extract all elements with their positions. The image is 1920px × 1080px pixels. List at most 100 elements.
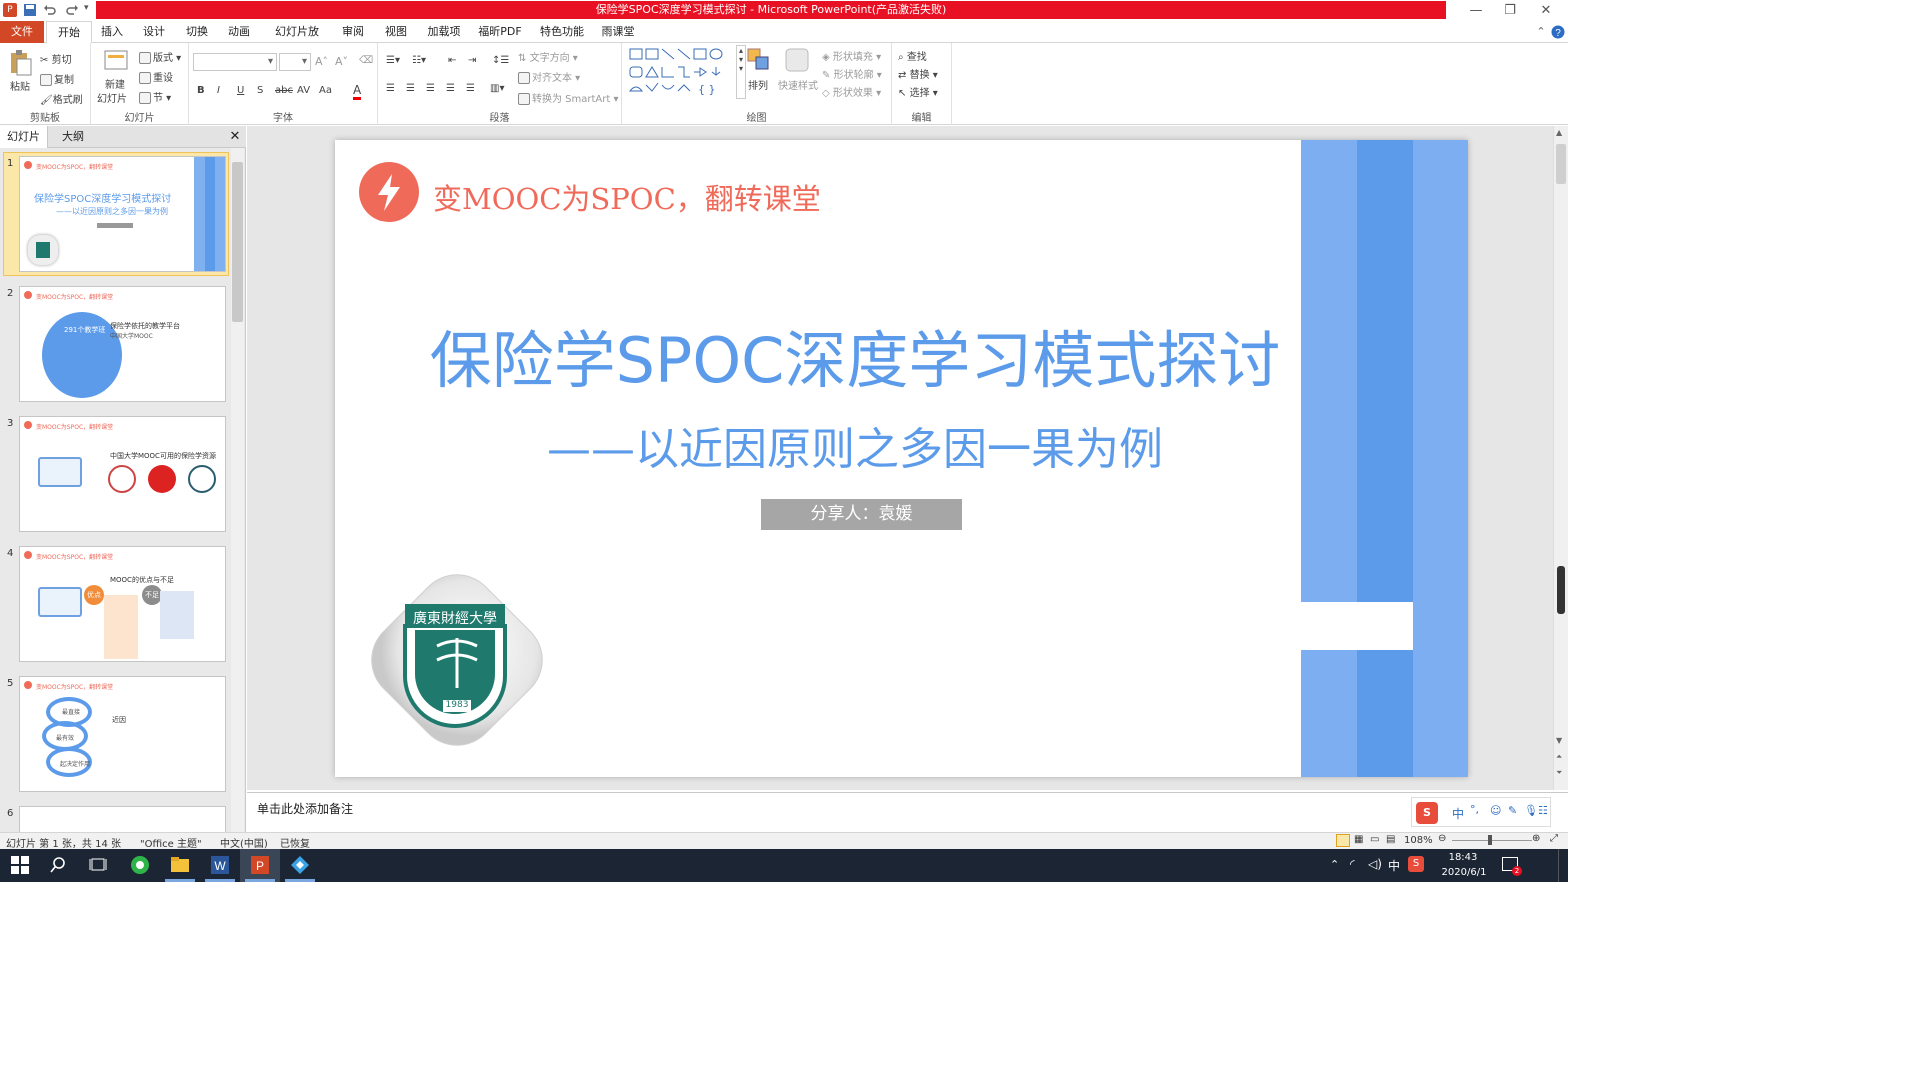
previous-slide-icon[interactable]: ⏶ (1556, 752, 1562, 762)
normal-view-icon[interactable] (1336, 834, 1350, 847)
reset-button[interactable]: 重设 (139, 69, 173, 84)
replace-button[interactable]: ⇄ 替换 ▾ (898, 66, 938, 81)
underline-icon[interactable]: U (237, 85, 244, 96)
windows-start-icon[interactable] (10, 855, 30, 875)
align-right-icon[interactable]: ☰ (426, 83, 435, 94)
input-method-indicator[interactable]: 中 (1388, 857, 1400, 874)
slide-subtitle[interactable]: ——以近因原则之多因一果为例 (515, 413, 1195, 477)
tab-transitions[interactable]: 切换 (185, 21, 209, 43)
file-explorer-icon[interactable] (170, 855, 190, 875)
strikethrough-icon[interactable]: abc (275, 85, 293, 96)
copy-button[interactable]: 复制 (40, 71, 74, 86)
quick-styles-button[interactable]: 快速样式 (778, 77, 818, 92)
mic-icon[interactable]: 🎙 (1524, 804, 1538, 817)
shape-fill-button[interactable]: ◈ 形状填充 ▾ (822, 48, 881, 63)
clear-format-icon[interactable]: ⌫ (359, 55, 373, 66)
bullets-icon[interactable]: ☰▾ (386, 55, 400, 66)
pen-icon[interactable]: ✎ (1508, 804, 1517, 817)
shape-outline-button[interactable]: ✎ 形状轮廓 ▾ (822, 66, 882, 81)
italic-icon[interactable]: I (217, 85, 220, 96)
network-icon[interactable]: ◜ (1350, 857, 1355, 871)
shapes-gallery[interactable]: { } (628, 47, 734, 99)
help-icon[interactable]: ? (1550, 21, 1566, 43)
line-spacing-icon[interactable]: ↕☰ (492, 55, 509, 66)
position-indicator[interactable] (1557, 566, 1565, 614)
tab-review[interactable]: 审阅 (340, 21, 366, 43)
menu-icon[interactable]: ☷ (1538, 804, 1548, 817)
sogou-icon[interactable]: S (1416, 802, 1438, 824)
layout-button[interactable]: 版式 ▾ (139, 49, 181, 64)
theme-name[interactable]: "Office 主题" (140, 835, 202, 850)
language[interactable]: 中文(中国) (220, 835, 268, 850)
emoji-icon[interactable]: ☺ (1490, 804, 1501, 817)
font-size-select[interactable]: ▾ (279, 53, 311, 71)
slide-title[interactable]: 保险学SPOC深度学习模式探讨 (415, 310, 1295, 400)
tab-animations[interactable]: 动画 (227, 21, 251, 43)
search-icon[interactable] (50, 855, 70, 875)
reading-view-icon[interactable]: ▭ (1370, 834, 1379, 845)
justify-icon[interactable]: ☰ (446, 83, 455, 94)
presenter-label[interactable]: 分享人：袁媛 (761, 499, 962, 530)
zoom-out-icon[interactable]: ⊖ (1438, 833, 1446, 844)
app-icon[interactable] (290, 855, 310, 875)
slideshow-icon[interactable]: ▤ (1386, 834, 1395, 845)
restore-button[interactable]: ❐ (1492, 0, 1528, 21)
align-text-button[interactable]: 对齐文本 ▾ (518, 69, 580, 84)
slide-scrollbar[interactable]: ▲ ▼ ⏶ ⏷ (1553, 126, 1568, 790)
numbering-icon[interactable]: ☷▾ (412, 55, 426, 66)
format-painter-button[interactable]: 🖌格式刷 (40, 91, 83, 106)
columns-icon[interactable]: ▥▾ (490, 83, 504, 94)
distributed-icon[interactable]: ☰ (466, 83, 475, 94)
notes-pane[interactable]: 单击此处添加备注 S 中 °, ☺ ✎ 🎙 ☷ (247, 792, 1568, 832)
minimize-button[interactable]: — (1458, 0, 1494, 21)
powerpoint-icon[interactable]: P (250, 855, 270, 875)
scroll-thumb[interactable] (1556, 144, 1566, 184)
tab-addins[interactable]: 加载项 (426, 21, 462, 43)
zoom-slider[interactable] (1452, 840, 1532, 841)
powerpoint-app-icon[interactable]: P (3, 3, 17, 17)
tab-foxit-pdf[interactable]: 福昕PDF (478, 21, 522, 43)
align-left-icon[interactable]: ☰ (386, 83, 395, 94)
360-browser-icon[interactable] (130, 855, 150, 875)
change-case-icon[interactable]: Aa (319, 85, 332, 96)
select-button[interactable]: ↖ 选择 ▾ (898, 84, 938, 99)
collapse-ribbon-icon[interactable]: ⌃ (1534, 21, 1548, 43)
paste-button[interactable]: 粘贴 (10, 78, 30, 93)
tab-rain-classroom[interactable]: 雨课堂 (601, 21, 635, 43)
arrange-button[interactable]: 排列 (748, 77, 768, 92)
tab-special[interactable]: 特色功能 (539, 21, 585, 43)
new-slide-label-2[interactable]: 幻灯片 (97, 90, 127, 105)
notes-placeholder[interactable]: 单击此处添加备注 (257, 800, 353, 817)
university-logo[interactable]: 廣東財經大學 1983 (357, 560, 557, 760)
scroll-up-icon[interactable]: ▲ (1556, 128, 1562, 137)
quick-styles-icon[interactable] (784, 47, 810, 76)
font-color-icon[interactable]: A (353, 83, 362, 100)
font-family-select[interactable]: ▾ (193, 53, 277, 71)
new-slide-label-1[interactable]: 新建 (105, 76, 125, 91)
tab-outline[interactable]: 大纲 (50, 126, 96, 148)
tray-expand-icon[interactable]: ⌃ (1330, 858, 1339, 871)
shrink-font-icon[interactable]: A˅ (335, 55, 348, 68)
task-view-icon[interactable] (88, 855, 108, 875)
sogou-tray-icon[interactable]: S (1408, 856, 1424, 872)
save-icon[interactable] (23, 3, 37, 17)
tab-file[interactable]: 文件 (0, 21, 44, 43)
word-icon[interactable]: W (210, 855, 230, 875)
thumbnail-slide-1[interactable]: 变MOOC为SPOC，翻转课堂 保险学SPOC深度学习模式探讨 ——以近因原则之… (19, 156, 226, 272)
thumbnail-slide-6[interactable] (19, 806, 226, 832)
shadow-icon[interactable]: S (257, 85, 263, 96)
zoom-in-icon[interactable]: ⊕ (1532, 833, 1540, 844)
thumbnail-slide-2[interactable]: 变MOOC为SPOC，翻转课堂 291个教学班 保险学依托的教学平台 中国大学M… (19, 286, 226, 402)
smartart-button[interactable]: 转换为 SmartArt ▾ (518, 90, 619, 105)
tab-insert[interactable]: 插入 (100, 21, 124, 43)
zoom-level[interactable]: 108% (1404, 835, 1433, 846)
close-pane-icon[interactable]: ✕ (226, 126, 244, 148)
new-slide-icon[interactable] (103, 47, 129, 76)
clock-time[interactable]: 18:43 (1440, 852, 1486, 863)
undo-icon[interactable] (42, 3, 56, 17)
slide-canvas[interactable]: 变MOOC为SPOC，翻转课堂 保险学SPOC深度学习模式探讨 ——以近因原则之… (335, 140, 1468, 777)
paste-icon[interactable] (8, 49, 32, 80)
ime-mode[interactable]: 中 (1452, 805, 1464, 822)
scroll-thumb[interactable] (232, 162, 243, 322)
fit-to-window-icon[interactable]: ⤢ (1550, 833, 1558, 844)
